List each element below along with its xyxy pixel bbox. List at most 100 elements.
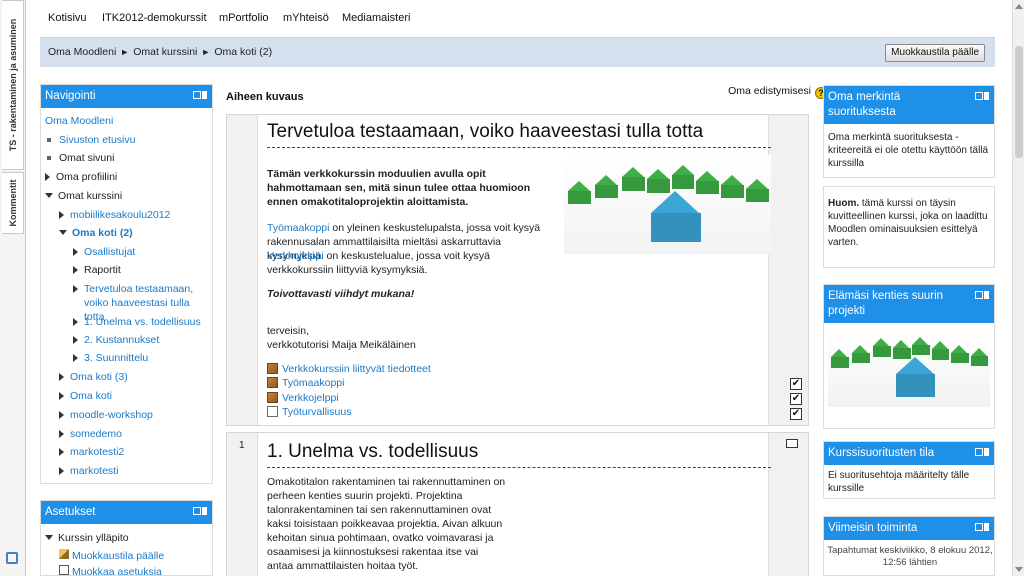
activity-tyoturvallisuus[interactable]: Työturvallisuus <box>267 406 351 418</box>
section-1-title: 1. Unelma vs. todellisuus <box>267 441 771 468</box>
bullet-icon <box>47 138 51 142</box>
note-block: Huom. tämä kurssi on täysin kuvitteellin… <box>823 186 995 268</box>
project-block: Elämäsi kenties suurin projekti <box>823 284 995 429</box>
nav-tree-course-markotesti2[interactable]: markotesti2 <box>59 446 124 458</box>
nav-home[interactable]: Kotisivu <box>48 12 87 24</box>
pencil-icon <box>59 549 69 559</box>
nav-tree-course-omakoti3[interactable]: Oma koti (3) <box>59 371 128 383</box>
completion-checkbox[interactable]: ✔ <box>790 378 802 390</box>
expand-icon <box>59 411 64 419</box>
block-controls-icon[interactable] <box>193 91 207 99</box>
green-house-icon <box>912 336 931 356</box>
houses-image <box>564 155 771 254</box>
expand-icon <box>59 211 64 219</box>
section-right-gutter <box>768 115 808 425</box>
green-house-icon <box>621 166 645 191</box>
breadcrumb-bar: Oma Moodleni ► Omat kurssini ► Oma koti (2) … <box>40 37 995 67</box>
nav-tree-course-mobiili[interactable]: mobiilikesakoulu2012 <box>59 209 170 221</box>
settings-edit-mode[interactable]: Muokkaustila päälle <box>59 549 164 562</box>
nav-mportfolio[interactable]: mPortfolio <box>219 12 269 24</box>
nav-mediamaisteri[interactable]: Mediamaisteri <box>342 12 410 24</box>
expand-icon <box>73 266 78 274</box>
section-0-wish: Toivottavasti viihdyt mukana! <box>267 288 415 300</box>
nav-itk2012[interactable]: ITK2012-demokurssit <box>102 12 207 24</box>
expand-icon <box>59 448 64 456</box>
completion-block: Kurssisuoritusten tila Ei suoritusehtoja… <box>823 441 995 499</box>
block-controls-icon[interactable] <box>193 507 207 515</box>
section-left-gutter <box>227 433 258 576</box>
scroll-thumb[interactable] <box>1015 46 1023 158</box>
block-controls-icon[interactable] <box>975 291 989 299</box>
nav-tree-section-1[interactable]: 1. Unelma vs. todellisuus <box>73 316 201 328</box>
link-verkkojelppi[interactable]: Verkkojelppi <box>267 250 324 262</box>
nav-tree-course-omakoti[interactable]: Oma koti <box>59 390 112 402</box>
scroll-down-icon[interactable] <box>1015 567 1023 572</box>
completion-checkbox[interactable]: ✔ <box>790 393 802 405</box>
section-0: Tervetuloa testaamaan, voiko haaveestasi… <box>226 114 809 426</box>
expand-icon <box>73 285 78 293</box>
green-house-icon <box>568 180 591 205</box>
expand-icon <box>73 354 78 362</box>
nav-tree-my-courses[interactable]: Omat kurssini <box>45 190 122 202</box>
nav-tree-section-2[interactable]: 2. Kustannukset <box>73 334 159 346</box>
edit-mode-button[interactable]: Muokkaustila päälle <box>885 44 985 62</box>
nav-tree-section-3[interactable]: 3. Suunnittelu <box>73 352 148 364</box>
nav-tree-course-omakoti2[interactable]: Oma koti (2) <box>59 227 133 239</box>
houses-image-small <box>828 329 990 407</box>
settings-course-admin[interactable]: Kurssin ylläpito <box>45 532 129 544</box>
breadcrumb-my-moodle[interactable]: Oma Moodleni <box>48 46 116 58</box>
breadcrumb-my-courses[interactable]: Omat kurssini <box>133 46 197 58</box>
green-house-icon <box>646 168 670 193</box>
side-tab-course[interactable]: TS - rakentaminen ja asuminen <box>2 0 24 170</box>
side-tab-comments[interactable]: Kommentit <box>2 172 24 234</box>
my-progress: Oma edistymisesi? <box>728 85 827 99</box>
activity-announcements[interactable]: Verkkokurssiin liittyvät tiedotteet <box>267 363 431 375</box>
expand-icon <box>45 173 50 181</box>
breadcrumb-separator-icon: ► <box>201 47 211 57</box>
recent-activity-text: Tapahtumat keskiviikko, 8 elokuu 2012, 1… <box>827 545 993 568</box>
section-0-intro: Tämän verkkokurssin moduulien avulla opi… <box>267 168 531 208</box>
collapse-icon <box>45 535 53 540</box>
recent-activity-block-title: Viimeisin toiminta <box>828 522 918 534</box>
navigation-block-title: Navigointi <box>45 90 96 102</box>
block-controls-icon[interactable] <box>975 92 989 100</box>
settings-edit-settings[interactable]: Muokkaa asetuksia <box>59 565 162 576</box>
nav-tree-participants[interactable]: Osallistujat <box>73 246 135 258</box>
green-house-icon <box>746 178 769 203</box>
badge-block-header: Oma merkintä suorituksesta <box>824 86 994 124</box>
block-controls-icon[interactable] <box>975 448 989 456</box>
block-controls-icon[interactable] <box>975 523 989 531</box>
nav-tree-my-profile[interactable]: Oma profiilini <box>45 171 117 183</box>
page-scrollbar[interactable] <box>1012 0 1024 576</box>
side-tab-comments-label: Kommentit <box>7 179 18 227</box>
link-tyomaakoppi[interactable]: Työmaakoppi <box>267 222 329 234</box>
activity-tyomaakoppi[interactable]: Työmaakoppi <box>267 377 344 389</box>
nav-tree-my-moodle[interactable]: Oma Moodleni <box>45 115 113 127</box>
green-house-icon <box>873 338 892 358</box>
nav-tree-my-pages[interactable]: Omat sivuni <box>45 152 114 164</box>
blue-house-icon <box>896 357 935 398</box>
nav-tree-reports[interactable]: Raportit <box>73 264 121 276</box>
completion-checkbox[interactable]: ✔ <box>790 408 802 420</box>
breadcrumb-current[interactable]: Oma koti (2) <box>214 46 272 58</box>
expand-icon <box>73 336 78 344</box>
dock-icon[interactable] <box>6 552 18 564</box>
nav-tree-course-markotesti[interactable]: markotesti <box>59 465 118 477</box>
breadcrumb-separator-icon: ► <box>120 47 130 57</box>
nav-tree-course-workshop[interactable]: moodle-workshop <box>59 409 153 421</box>
badge-block-title: Oma merkintä suorituksesta <box>828 91 901 118</box>
green-house-icon <box>595 174 618 199</box>
recent-activity-block: Viimeisin toiminta Tapahtumat keskiviikk… <box>823 516 995 576</box>
scroll-up-icon[interactable] <box>1015 4 1023 9</box>
activity-verkkojelppi[interactable]: Verkkojelppi <box>267 392 339 404</box>
section-0-title: Tervetuloa testaamaan, voiko haaveestasi… <box>267 121 771 148</box>
page: Kotisivu ITK2012-demokurssit mPortfolio … <box>26 0 1012 576</box>
nav-tree-site-home[interactable]: Sivuston etusivu <box>45 134 135 146</box>
section-toggle-icon[interactable] <box>786 439 798 448</box>
nav-tree-course-somedemo[interactable]: somedemo <box>59 428 122 440</box>
nav-myhteiso[interactable]: mYhteisö <box>283 12 329 24</box>
recent-activity-block-header: Viimeisin toiminta <box>824 517 994 540</box>
green-house-icon <box>892 339 911 359</box>
badge-block: Oma merkintä suorituksesta Oma merkintä … <box>823 85 995 178</box>
expand-icon <box>59 392 64 400</box>
